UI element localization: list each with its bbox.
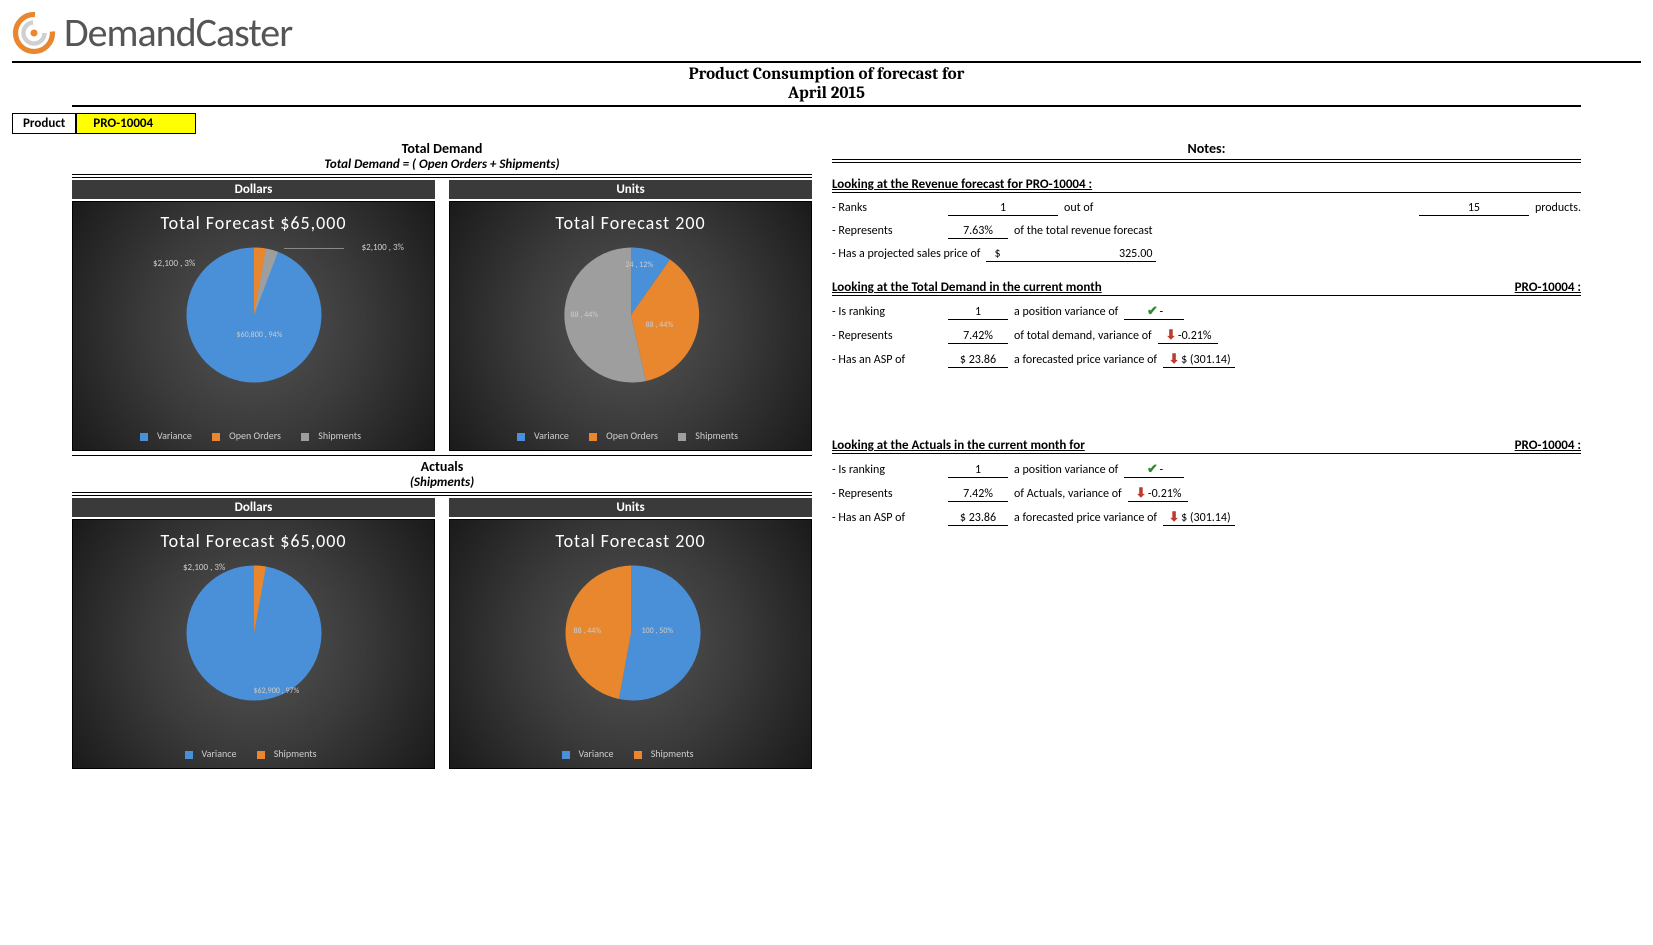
legend: Variance Shipments [450,747,811,760]
section-total-demand-sub: Total Demand = ( Open Orders + Shipments… [72,157,812,172]
legend: Variance Open Orders Shipments [73,429,434,442]
col-dollars-td: Dollars [72,180,435,199]
check-icon: ✔ [1145,304,1159,319]
legend: Variance Shipments [73,747,434,760]
report-title: Product Consumption of forecast for Apri… [12,65,1641,103]
section-total-demand-title: Total Demand [72,140,812,157]
arrow-down-icon: ⬇ [1134,486,1148,501]
notes1-heading: Looking at the Revenue forecast for PRO-… [832,177,1581,193]
product-label: Product [12,113,76,134]
arrow-down-icon: ⬇ [1167,352,1181,367]
arrow-down-icon: ⬇ [1167,510,1181,525]
chart-ac-units: Total Forecast 200 88 , 44% 100 , 50% Va… [449,519,812,769]
slice-label: 100 , 50% [642,626,674,636]
slice-label: $60,800 , 94% [237,330,283,340]
chart-td-dollars: Total Forecast $65,000 $2,100 , 3% $2,10… [72,201,435,451]
notes3-heading: Looking at the Actuals in the current mo… [832,438,1581,454]
slice-label: 88 , 44% [574,626,602,636]
check-icon: ✔ [1145,462,1159,477]
notes3-rank: - Is ranking 1 a position variance of ✔- [832,462,1581,478]
legend: Variance Open Orders Shipments [450,429,811,442]
chart-title: Total Forecast 200 [450,530,811,552]
logo-swirl-icon [12,11,56,55]
section-actuals-title: Actuals [72,458,812,475]
notes1-rank: - Ranks 1 out of 15 products. [832,201,1581,216]
chart-ac-dollars: Total Forecast $65,000 $2,100 , 3% $62,9… [72,519,435,769]
col-units-td: Units [449,180,812,199]
arrow-down-icon: ⬇ [1164,328,1178,343]
product-value[interactable]: PRO-10004 [76,113,196,134]
header: DemandCaster [12,8,1641,63]
notes2-represents: - Represents 7.42% of total demand, vari… [832,328,1581,344]
report-title-line2: April 2015 [12,84,1641,103]
notes3-asp: - Has an ASP of $ 23.86 a forecasted pri… [832,510,1581,526]
notes3-represents: - Represents 7.42% of Actuals, variance … [832,486,1581,502]
chart-title: Total Forecast $65,000 [73,212,434,234]
chart-td-units: Total Forecast 200 24 , 12% 88 , 44% 88 … [449,201,812,451]
slice-label: 88 , 44% [571,310,599,320]
notes1-asp: - Has a projected sales price of $325.00 [832,247,1581,262]
slice-label: 24 , 12% [626,260,654,270]
col-dollars-ac: Dollars [72,498,435,517]
brand-name: DemandCaster [64,8,292,57]
notes2-rank: - Is ranking 1 a position variance of ✔- [832,304,1581,320]
notes-heading: Notes: [832,140,1581,157]
slice-label: 88 , 44% [646,320,674,330]
notes1-represents: - Represents 7.63% of the total revenue … [832,224,1581,239]
product-selector: Product PRO-10004 [12,113,1641,134]
col-units-ac: Units [449,498,812,517]
report-title-line1: Product Consumption of forecast for [12,65,1641,84]
slice-label: $62,900 , 97% [254,686,300,696]
chart-title: Total Forecast 200 [450,212,811,234]
chart-title: Total Forecast $65,000 [73,530,434,552]
notes2-asp: - Has an ASP of $ 23.86 a forecasted pri… [832,352,1581,368]
callout: $2,100 , 3% [362,242,404,253]
notes2-heading: Looking at the Total Demand in the curre… [832,280,1581,296]
section-actuals-sub: (Shipments) [72,475,812,490]
